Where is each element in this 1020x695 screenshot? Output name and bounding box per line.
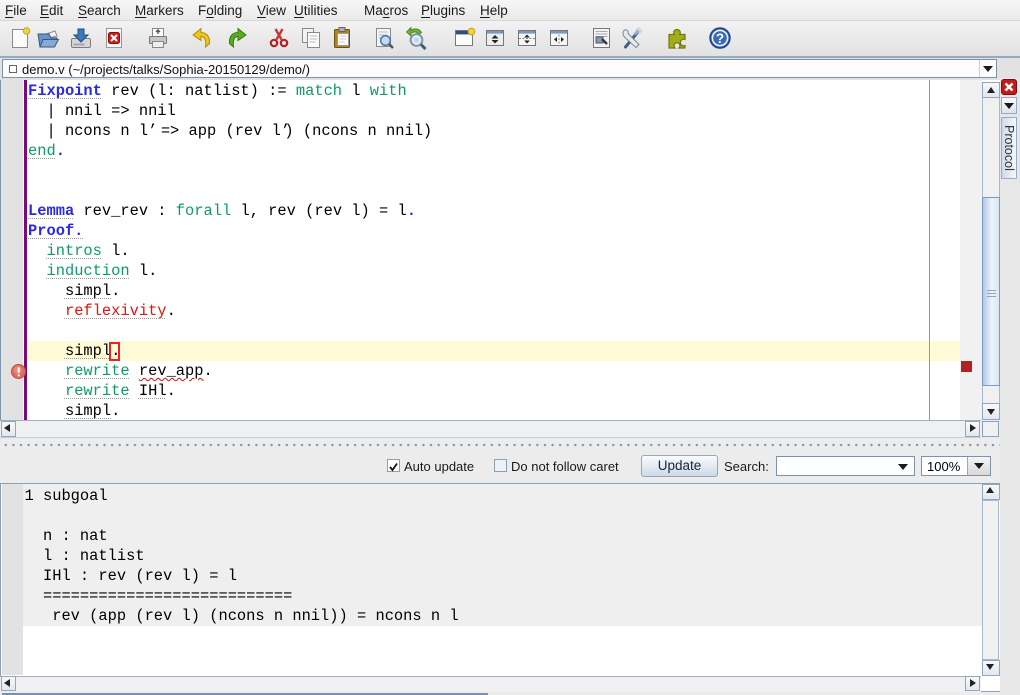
svg-text:?: ? <box>716 31 724 46</box>
